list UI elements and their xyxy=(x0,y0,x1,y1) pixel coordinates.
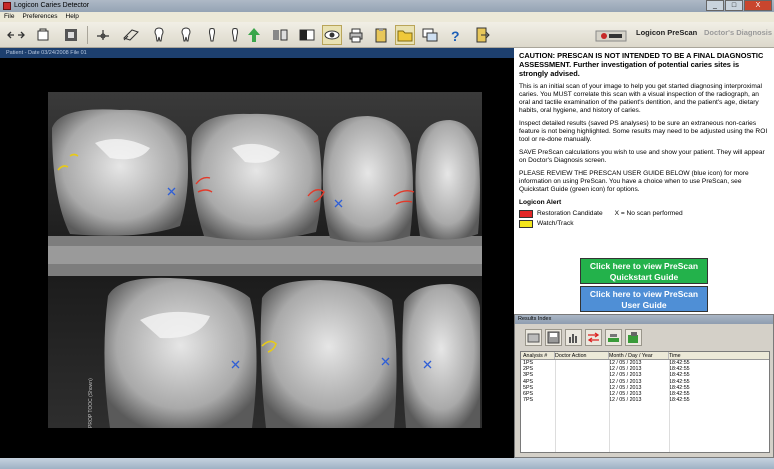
tooth-outline-tool-4-icon[interactable] xyxy=(225,25,245,45)
radiograph-watermark: PROP TOOC (Shown) xyxy=(88,378,94,428)
table-cell: 18:42:55 xyxy=(669,397,690,404)
user-guide-button[interactable]: Click here to view PreScan User Guide xyxy=(580,286,708,312)
menu-bar: File Preferences Help xyxy=(0,12,774,22)
open-icon[interactable] xyxy=(525,329,542,346)
yellow-swatch xyxy=(519,219,533,228)
exit-tool-icon[interactable] xyxy=(472,25,492,45)
results-toolbar xyxy=(525,329,642,346)
svg-text:?: ? xyxy=(451,28,460,44)
legend-watch: Watch/Track xyxy=(519,220,769,228)
arrow-tool-icon[interactable] xyxy=(6,25,26,45)
results-index-title: Results Index xyxy=(515,315,773,324)
menu-help[interactable]: Help xyxy=(66,12,79,22)
header-doctor-action[interactable]: Doctor Action xyxy=(555,352,609,359)
column-divider xyxy=(609,360,610,452)
quickstart-guide-button[interactable]: Click here to view PreScan Quickstart Gu… xyxy=(580,258,708,284)
clipboard-tool-icon[interactable] xyxy=(371,25,391,45)
red-swatch xyxy=(519,209,533,218)
header-analysis[interactable]: Analysis # xyxy=(521,352,555,359)
logicon-logo xyxy=(594,26,628,44)
table-cell xyxy=(555,397,609,403)
column-divider xyxy=(669,360,670,452)
windows-tool-icon[interactable] xyxy=(420,25,440,45)
toolbar-separator xyxy=(87,26,88,44)
contrast-tool-icon[interactable] xyxy=(297,25,317,45)
compare-tool-icon[interactable] xyxy=(270,25,290,45)
table-cell: 7PS xyxy=(523,397,534,404)
header-time[interactable]: Time xyxy=(669,352,769,359)
folder-tool-icon[interactable] xyxy=(395,25,415,45)
tooth-outline-tool-2-icon[interactable] xyxy=(176,25,196,45)
compare-icon[interactable] xyxy=(585,329,602,346)
results-rows: 1PS 12 / 05 / 2013 18:42:55 2PS 12 / 05 / 20… xyxy=(521,360,769,403)
taskbar-strip xyxy=(0,458,774,469)
selection-tool-icon[interactable] xyxy=(33,25,53,45)
tooth-outline-tool-3-icon[interactable] xyxy=(202,25,222,45)
roi-tool-icon[interactable] xyxy=(121,25,141,45)
app-window: Logicon Caries Detector _ □ X File Prefe… xyxy=(0,0,774,469)
info-paragraph-1: This is an initial scan of your image to… xyxy=(519,83,762,115)
window-controls: _ □ X xyxy=(706,0,772,12)
radiograph-panel: Patient - Date 03/24/2008 File 01 PROP T… xyxy=(0,48,514,458)
export-icon[interactable] xyxy=(625,329,642,346)
help-tool-icon[interactable]: ? xyxy=(445,25,465,45)
brand-doctors-diagnosis[interactable]: Doctor's Diagnosis xyxy=(704,28,772,37)
logicon-alert-title: Logicon Alert xyxy=(519,199,562,207)
table-cell: 12 / 05 / 2013 xyxy=(609,397,642,404)
results-table-header: Analysis # Doctor Action Month / Day / Y… xyxy=(521,352,769,360)
menu-file[interactable]: File xyxy=(4,12,14,22)
info-paragraph-4: PLEASE REVIEW THE PRESCAN USER GUIDE BEL… xyxy=(519,170,749,194)
maximize-button[interactable]: □ xyxy=(725,0,743,11)
tooth-tool-icon[interactable] xyxy=(93,25,113,45)
chart-icon[interactable] xyxy=(565,329,582,346)
results-table: Analysis # Doctor Action Month / Day / Y… xyxy=(520,351,770,453)
brand-logicon-prescan: Logicon PreScan xyxy=(636,28,698,37)
results-index-window: Results Index Analysis # Doctor Action M… xyxy=(514,314,774,458)
legend-no-scan-label: X = No scan performed xyxy=(614,209,683,217)
legend-restoration-label: Restoration Candidate xyxy=(537,209,603,217)
image-mode-tool-icon[interactable] xyxy=(61,25,81,45)
save-icon[interactable] xyxy=(545,329,562,346)
menu-preferences[interactable]: Preferences xyxy=(22,12,57,22)
legend-watch-label: Watch/Track xyxy=(537,219,574,227)
radiograph-image[interactable]: PROP TOOC (Shown) xyxy=(0,58,514,458)
window-title: Logicon Caries Detector xyxy=(14,2,90,9)
column-divider xyxy=(555,360,556,452)
tooth-outline-tool-icon[interactable] xyxy=(149,25,169,45)
prescan-info-panel: CAUTION: PRESCAN IS NOT INTENDED TO BE A… xyxy=(514,48,774,314)
radiograph-caption: Patient - Date 03/24/2008 File 01 xyxy=(0,48,514,58)
header-date[interactable]: Month / Day / Year xyxy=(609,352,669,359)
caution-text: CAUTION: PRESCAN IS NOT INTENDED TO BE A… xyxy=(519,51,764,79)
layers-icon[interactable] xyxy=(605,329,622,346)
table-row[interactable]: 7PS 12 / 05 / 2013 18:42:55 xyxy=(521,397,769,403)
go-tool-icon[interactable] xyxy=(244,25,264,45)
info-paragraph-3: SAVE PreScan calculations you wish to us… xyxy=(519,149,765,165)
prescan-tool-icon[interactable] xyxy=(322,25,342,45)
print-tool-icon[interactable] xyxy=(346,25,366,45)
app-icon xyxy=(3,2,11,10)
info-paragraph-2: Inspect detailed results (saved PS analy… xyxy=(519,120,768,144)
close-button[interactable]: X xyxy=(744,0,772,11)
legend-restoration: Restoration Candidate X = No scan perfor… xyxy=(519,210,769,218)
title-bar: Logicon Caries Detector _ □ X xyxy=(0,0,774,12)
minimize-button[interactable]: _ xyxy=(706,0,724,11)
